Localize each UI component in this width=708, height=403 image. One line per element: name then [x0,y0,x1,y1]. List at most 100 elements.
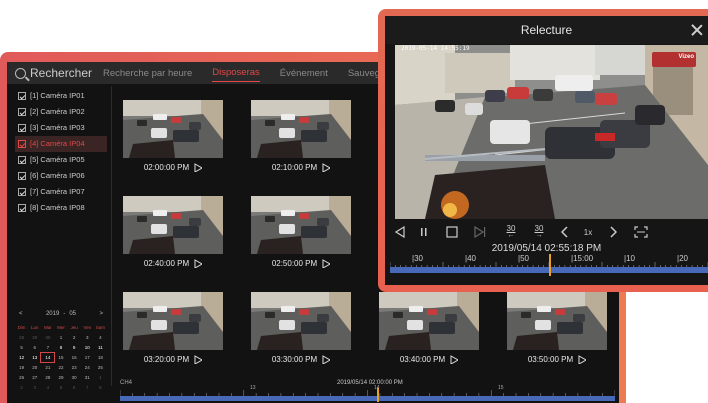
calendar-day[interactable]: 5 [54,383,67,392]
thumbnail[interactable]: 03:30:00 PM [251,292,351,364]
calendar-day[interactable]: 11 [94,343,107,352]
calendar-day[interactable]: 25 [94,363,107,372]
calendar-day[interactable]: 23 [68,363,81,372]
thumbnail-image[interactable] [251,100,351,158]
tab-disposeras[interactable]: Disposeras [212,64,260,82]
camera-item[interactable]: [7] Caméra IP07 [15,184,107,200]
tab-time-search[interactable]: Recherche par heure [103,65,192,82]
step-forward-button[interactable] [473,224,487,240]
thumbnail[interactable]: 02:10:00 PM [251,100,351,172]
calendar-prev-button[interactable]: < [19,311,23,317]
camera-checkbox[interactable] [18,187,26,196]
thumbnail[interactable]: 02:50:00 PM [251,196,351,268]
timeline-bar[interactable] [120,396,615,401]
calendar-day[interactable]: 30 [41,333,54,342]
calendar-day[interactable]: 1 [54,333,67,342]
thumbnail[interactable]: 03:20:00 PM [123,292,223,364]
camera-checkbox[interactable] [18,91,26,100]
calendar-day[interactable]: 3 [28,383,41,392]
camera-checkbox[interactable] [18,139,26,148]
fullscreen-button[interactable] [633,224,649,240]
calendar-day[interactable]: 2 [15,383,28,392]
back-timeline[interactable]: CH4 2019/05/14 02:00:00 PM 131415 [112,380,619,403]
calendar-day[interactable]: 24 [81,363,94,372]
calendar-day[interactable]: 4 [41,383,54,392]
calendar-day[interactable]: 8 [94,383,107,392]
calendar-year[interactable]: 2019 [46,311,59,317]
calendar-day[interactable]: 27 [28,373,41,382]
thumbnail-image[interactable] [379,292,479,350]
camera-item[interactable]: [2] Caméra IP02 [15,104,107,120]
calendar-day[interactable]: 14 [40,352,56,363]
calendar-day[interactable]: 4 [94,333,107,342]
timeline-cursor[interactable] [377,388,379,402]
thumbnail-image[interactable] [251,292,351,350]
play-icon[interactable] [322,259,331,268]
calendar-day[interactable]: 7 [41,343,54,352]
camera-item[interactable]: [8] Caméra IP08 [15,200,107,216]
forward-30-button[interactable]: 30 → [529,224,549,240]
camera-item[interactable]: [4] Caméra IP04 [15,136,107,152]
calendar-day[interactable]: 26 [15,373,28,382]
rewind-30-button[interactable]: 30 ← [501,224,521,240]
calendar-day[interactable]: 21 [41,363,54,372]
camera-checkbox[interactable] [18,107,26,116]
thumbnail-image[interactable] [251,196,351,254]
play-icon[interactable] [194,259,203,268]
calendar-day[interactable]: 20 [28,363,41,372]
calendar-day[interactable]: 1 [94,373,107,382]
play-icon[interactable] [322,355,331,364]
play-icon[interactable] [450,355,459,364]
calendar-day[interactable]: 3 [81,333,94,342]
play-icon[interactable] [194,355,203,364]
stop-button[interactable] [445,224,459,240]
calendar-day[interactable]: 7 [81,383,94,392]
playback-timeline[interactable]: |30 |40 |50 |15:00 |10 |20 [390,254,708,278]
camera-item[interactable]: [6] Caméra IP06 [15,168,107,184]
play-icon[interactable] [194,163,203,172]
calendar-day[interactable]: 6 [68,383,81,392]
calendar-day[interactable]: 9 [68,343,81,352]
calendar-day[interactable]: 18 [94,353,107,362]
calendar-next-button[interactable]: > [99,311,103,317]
thumbnail-image[interactable] [123,292,223,350]
calendar-day[interactable]: 29 [54,373,67,382]
thumbnail-image[interactable] [507,292,607,350]
camera-item[interactable]: [3] Caméra IP03 [15,120,107,136]
calendar-month[interactable]: 05 [69,311,76,317]
camera-checkbox[interactable] [18,203,26,212]
playback-timeline-cursor[interactable] [549,254,551,276]
calendar-day[interactable]: 15 [54,353,67,362]
tab-event[interactable]: Événement [280,65,328,82]
video-frame[interactable]: 2019-05-14 14:55:19 Vizeo [395,45,708,219]
faster-button[interactable] [607,224,619,240]
thumbnail[interactable]: 02:40:00 PM [123,196,223,268]
calendar-day[interactable]: 29 [28,333,41,342]
calendar-day[interactable]: 13 [28,353,41,362]
camera-item[interactable]: [1] Caméra IP01 [15,88,107,104]
calendar-day[interactable]: 2 [68,333,81,342]
calendar-day[interactable]: 12 [15,353,28,362]
thumbnail-image[interactable] [123,100,223,158]
slower-button[interactable] [559,224,571,240]
thumbnail[interactable]: 03:50:00 PM [507,292,607,364]
calendar-day[interactable]: 28 [15,333,28,342]
thumbnail-image[interactable] [123,196,223,254]
calendar-day[interactable]: 10 [81,343,94,352]
calendar-day[interactable]: 5 [15,343,28,352]
thumbnail[interactable]: 02:00:00 PM [123,100,223,172]
calendar-day[interactable]: 30 [68,373,81,382]
camera-checkbox[interactable] [18,123,26,132]
calendar-day[interactable]: 31 [81,373,94,382]
calendar-day[interactable]: 19 [15,363,28,372]
calendar-day[interactable]: 16 [68,353,81,362]
camera-checkbox[interactable] [18,155,26,164]
calendar-day[interactable]: 22 [54,363,67,372]
reverse-play-button[interactable] [393,224,407,240]
pause-button[interactable] [417,224,431,240]
calendar-day[interactable]: 17 [81,353,94,362]
play-icon[interactable] [322,163,331,172]
calendar-day[interactable]: 28 [41,373,54,382]
camera-checkbox[interactable] [18,171,26,180]
calendar-day[interactable]: 6 [28,343,41,352]
